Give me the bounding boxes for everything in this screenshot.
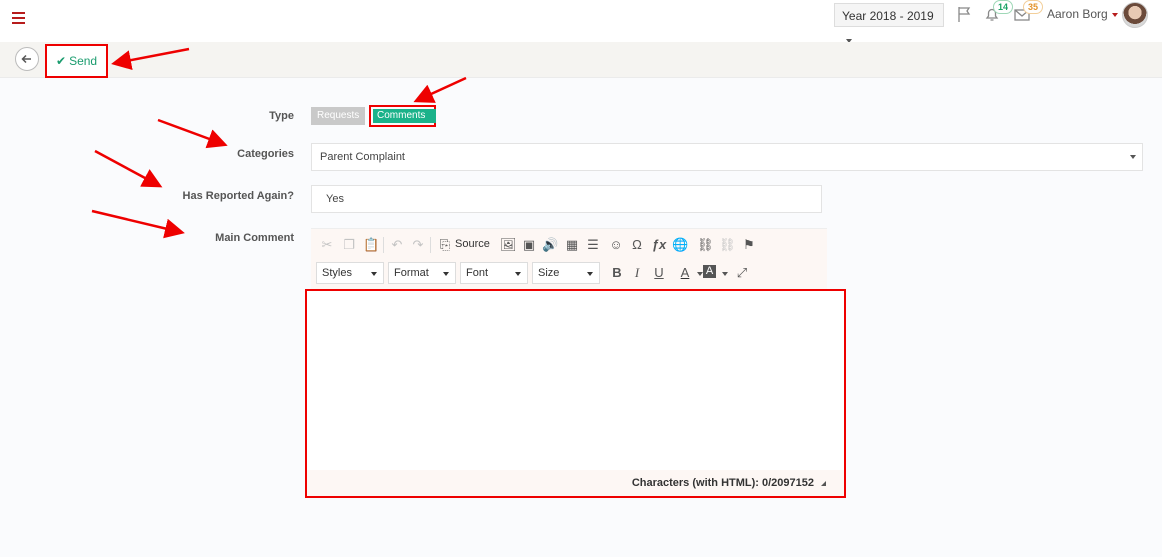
styles-dropdown[interactable]: Styles <box>316 262 384 284</box>
image-icon[interactable]: 🖼 <box>500 237 517 253</box>
arrow-left-icon <box>21 54 31 64</box>
source-icon[interactable]: ⎘ <box>437 237 453 253</box>
maximize-icon[interactable]: ⤢ <box>734 265 750 281</box>
avatar[interactable] <box>1122 2 1148 28</box>
messages-envelope-icon[interactable]: 35 <box>1013 0 1043 23</box>
chevron-down-icon <box>1130 155 1136 159</box>
math-formula-icon[interactable]: ƒx <box>651 237 667 253</box>
type-option-comments[interactable]: Comments <box>373 109 436 123</box>
chevron-down-icon[interactable] <box>722 272 728 276</box>
underline-icon[interactable]: U <box>651 265 667 281</box>
academic-year-select[interactable]: Year 2018 - 2019 <box>834 3 944 43</box>
undo-icon[interactable]: ↶ <box>389 237 405 253</box>
redo-icon[interactable]: ↷ <box>410 237 426 253</box>
link-icon[interactable]: ⛓ <box>697 237 714 253</box>
editor-status-bar: Characters (with HTML): 0/2097152 <box>307 470 844 496</box>
categories-value: Parent Complaint <box>320 151 405 163</box>
image-upload-icon[interactable]: ▣ <box>521 237 537 253</box>
back-button[interactable] <box>15 47 39 71</box>
send-button-label: Send <box>69 54 98 68</box>
messages-badge: 35 <box>1023 0 1043 14</box>
text-color-icon[interactable]: A <box>677 265 693 281</box>
styles-dropdown-label: Styles <box>322 267 352 279</box>
editor-toolbar: ✂ ❐ 📋 ↶ ↷ ⎘ Source 🖼 ▣ 🔊 ▦ ☰ ☺ Ω ƒx 🌐 ⛓ … <box>311 228 827 289</box>
table-icon[interactable]: ▦ <box>564 237 580 253</box>
globe-icon[interactable]: 🌐 <box>672 237 688 253</box>
toolbar-divider <box>430 237 431 253</box>
chevron-down-icon <box>371 272 377 276</box>
annotation-arrow <box>157 118 228 149</box>
chevron-down-icon <box>1111 12 1118 17</box>
format-dropdown-label: Format <box>394 267 429 279</box>
source-button-label[interactable]: Source <box>455 238 490 250</box>
cut-icon[interactable]: ✂ <box>319 237 335 253</box>
background-color-icon[interactable]: A <box>703 265 716 278</box>
character-count: Characters (with HTML): 0/2097152 <box>631 477 814 489</box>
main-comment-label: Main Comment <box>215 232 294 244</box>
horizontal-rule-icon[interactable]: ☰ <box>585 237 601 253</box>
main-comment-editor[interactable]: Characters (with HTML): 0/2097152 <box>305 289 846 498</box>
top-bar: Year 2018 - 2019 14 35 Aaron Borg <box>0 0 1162 43</box>
size-dropdown-label: Size <box>538 267 560 279</box>
user-name: Aaron Borg <box>1047 7 1108 21</box>
bold-icon[interactable]: B <box>609 265 625 281</box>
anchor-flag-icon[interactable]: ⚑ <box>741 237 757 253</box>
unlink-icon[interactable]: ⛓ <box>719 237 736 253</box>
toolbar-divider <box>383 237 384 253</box>
user-menu[interactable]: Aaron Borg <box>1047 7 1118 21</box>
send-button[interactable]: ✔ Send <box>45 44 108 78</box>
annotation-arrow <box>413 76 467 103</box>
check-icon: ✔ <box>56 54 67 68</box>
size-dropdown[interactable]: Size <box>532 262 600 284</box>
chevron-down-icon <box>443 272 449 276</box>
has-reported-again-field[interactable]: Yes <box>311 185 822 213</box>
annotation-arrow <box>91 209 185 239</box>
italic-icon[interactable]: I <box>629 265 645 281</box>
categories-select[interactable]: Parent Complaint <box>311 143 1143 171</box>
smiley-icon[interactable]: ☺ <box>608 237 624 253</box>
font-dropdown[interactable]: Font <box>460 262 528 284</box>
chevron-down-icon <box>515 272 521 276</box>
paste-icon[interactable]: 📋 <box>363 237 379 253</box>
academic-year-value: Year 2018 - 2019 <box>842 9 934 23</box>
resize-handle[interactable] <box>821 481 826 486</box>
audio-icon[interactable]: 🔊 <box>542 237 558 253</box>
type-option-requests[interactable]: Requests <box>311 107 366 125</box>
flag-icon[interactable] <box>956 5 974 23</box>
font-dropdown-label: Font <box>466 267 489 279</box>
type-option-comments-wrapper[interactable]: Comments <box>369 105 436 127</box>
chevron-down-icon <box>587 272 593 276</box>
categories-label: Categories <box>237 148 294 160</box>
hamburger-menu-icon[interactable] <box>12 12 25 24</box>
has-reported-again-label: Has Reported Again? <box>182 190 294 202</box>
action-bar: ✔ Send <box>0 42 1162 78</box>
type-label: Type <box>269 110 294 122</box>
has-reported-again-value: Yes <box>326 193 344 205</box>
special-char-omega-icon[interactable]: Ω <box>629 237 645 253</box>
notifications-badge: 14 <box>993 0 1013 14</box>
copy-icon[interactable]: ❐ <box>341 237 357 253</box>
notifications-bell-icon[interactable]: 14 <box>983 0 1013 23</box>
format-dropdown[interactable]: Format <box>388 262 456 284</box>
